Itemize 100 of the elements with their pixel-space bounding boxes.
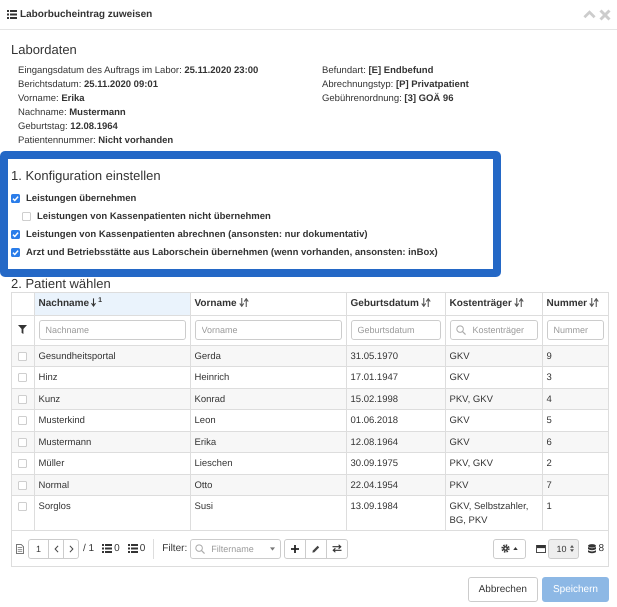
column-header[interactable]: Geburtsdatum — [346, 293, 445, 315]
next-page-button[interactable] — [63, 538, 79, 558]
column-header[interactable]: Nummer — [542, 293, 608, 315]
search-icon — [456, 325, 466, 335]
column-header[interactable]: Vorname — [190, 293, 346, 315]
filter-field[interactable]: Kostenträger — [450, 320, 538, 340]
list-icon — [128, 544, 138, 553]
table-cell: 17.01.1947 — [346, 366, 445, 388]
count-label: 0 — [140, 543, 146, 554]
row-checkbox[interactable] — [18, 416, 28, 425]
table-cell: 31.05.1970 — [346, 345, 445, 366]
table-cell: Lieschen — [190, 452, 346, 474]
table-cell: PKV, GKV — [445, 388, 542, 410]
table-cell: PKV — [445, 474, 542, 496]
column-header[interactable]: Nachname $^{1}$ — [34, 293, 190, 315]
gear-icon — [501, 544, 510, 553]
swap-button[interactable] — [326, 538, 348, 558]
checkbox[interactable] — [11, 248, 20, 256]
table-cell: GKV — [445, 410, 542, 431]
filter-select[interactable]: Filtername — [190, 538, 282, 558]
info-line: Gebührenordnung: [3] GOÄ 96 — [322, 92, 455, 106]
filter-field[interactable]: Nachname — [38, 320, 186, 340]
table-row[interactable]: Kunz Konrad 15.02.1998 PKV, GKV 4 — [12, 388, 608, 410]
table-cell: 3 — [542, 366, 608, 388]
table-cell: PKV, GKV — [445, 452, 542, 474]
count-label: 0 — [114, 543, 120, 554]
table-row[interactable]: Gesundheitsportal Gerda 31.05.1970 GKV 9 — [12, 345, 608, 366]
table-cell: Hinz — [34, 366, 190, 388]
info-line: Vorname: Erika — [18, 92, 86, 106]
table-row[interactable]: Normal Otto 22.04.1954 PKV 7 — [12, 474, 608, 496]
table-cell: Normal — [34, 474, 190, 496]
caret-up-icon — [513, 547, 518, 550]
record-count: 8 — [598, 543, 604, 554]
table-cell: Konrad — [190, 388, 346, 410]
table-cell: 7 — [542, 474, 608, 496]
filter-field[interactable]: Vorname — [194, 320, 342, 340]
column-header[interactable]: Kostenträger — [445, 293, 542, 315]
info-line: Nachname: Mustermann — [18, 106, 127, 120]
filter-field[interactable]: Geburtsdatum — [350, 320, 440, 340]
table-row[interactable]: Sorglos Susi 13.09.1984 GKV, Selbstzahler, BG, PKV 1 — [12, 496, 608, 530]
section-heading: 1. Konfiguration einstellen — [11, 167, 162, 185]
table-row[interactable]: Hinz Heinrich 17.01.1947 GKV 3 — [12, 366, 608, 388]
table-row[interactable]: Mustermann Erika 12.08.1964 GKV 6 — [12, 431, 608, 452]
table-cell: Müller — [34, 452, 190, 474]
page-size-select[interactable]: 10 — [548, 538, 580, 558]
chevron-right-icon — [68, 544, 74, 552]
checkbox[interactable] — [11, 194, 20, 202]
table-cell: 5 — [542, 410, 608, 431]
option-label: Leistungen von Kassenpatienten abrechnen (ansonsten: nur dokumentativ) — [26, 228, 368, 240]
settings-button[interactable] — [493, 538, 526, 558]
filter-field[interactable]: Nummer — [546, 320, 604, 340]
table-cell: GKV — [445, 431, 542, 452]
plus-icon — [291, 544, 300, 552]
add-button[interactable] — [284, 538, 306, 558]
info-line: Abrechnungstyp: [P] Privatpatient — [322, 78, 470, 92]
table-cell: 2 — [542, 452, 608, 474]
table-cell: Mustermann — [34, 431, 190, 452]
checkbox[interactable] — [11, 230, 20, 238]
table-row[interactable]: Müller Lieschen 30.09.1975 PKV, GKV 2 — [12, 452, 608, 474]
table-cell: Otto — [190, 474, 346, 496]
checkbox[interactable] — [22, 212, 31, 220]
up-down-caret-icon — [570, 545, 574, 552]
option-label: Leistungen von Kassenpatienten nicht übernehmen — [37, 210, 271, 222]
row-checkbox[interactable] — [18, 438, 28, 446]
table-cell: 9 — [542, 345, 608, 366]
table-cell: 15.02.1998 — [346, 388, 445, 410]
document-icon — [16, 544, 24, 554]
table-cell: 1 — [542, 496, 608, 530]
table-cell: 22.04.1954 — [346, 474, 445, 496]
row-checkbox[interactable] — [18, 373, 28, 382]
table-cell: 30.09.1975 — [346, 452, 445, 474]
pencil-icon — [312, 544, 320, 552]
table-icon — [536, 544, 546, 552]
info-line: Patientennummer: Nicht vorhanden — [18, 134, 174, 148]
table-cell: 4 — [542, 388, 608, 410]
info-line: Geburtstag: 12.08.1964 — [18, 120, 119, 134]
filter-label: Filter: — [162, 543, 188, 554]
row-checkbox[interactable] — [18, 394, 28, 404]
table-cell: Sorglos — [34, 496, 190, 530]
table-cell: 6 — [542, 431, 608, 452]
section-heading: Labordaten — [11, 41, 78, 59]
table-cell: Musterkind — [34, 410, 190, 431]
table-cell: 01.06.2018 — [346, 410, 445, 431]
close-icon[interactable] — [599, 8, 611, 20]
cancel-button[interactable]: Abbrechen — [468, 577, 538, 602]
table-cell: 12.08.1964 — [346, 431, 445, 452]
table-cell: Gerda — [190, 345, 346, 366]
chevron-up-icon[interactable] — [583, 10, 596, 19]
database-icon — [588, 544, 596, 554]
chevron-left-icon — [54, 544, 58, 552]
table-row[interactable]: Musterkind Leon 01.06.2018 GKV 5 — [12, 410, 608, 431]
row-checkbox[interactable] — [18, 459, 28, 468]
page-field[interactable]: 1 — [28, 538, 49, 558]
section-heading: 2. Patient wählen — [11, 277, 112, 291]
row-checkbox[interactable] — [18, 502, 28, 511]
row-checkbox[interactable] — [18, 480, 28, 490]
table-cell: Susi — [190, 496, 346, 530]
row-checkbox[interactable] — [18, 352, 28, 360]
edit-button[interactable] — [305, 538, 328, 558]
table-cell: Gesundheitsportal — [34, 345, 190, 366]
